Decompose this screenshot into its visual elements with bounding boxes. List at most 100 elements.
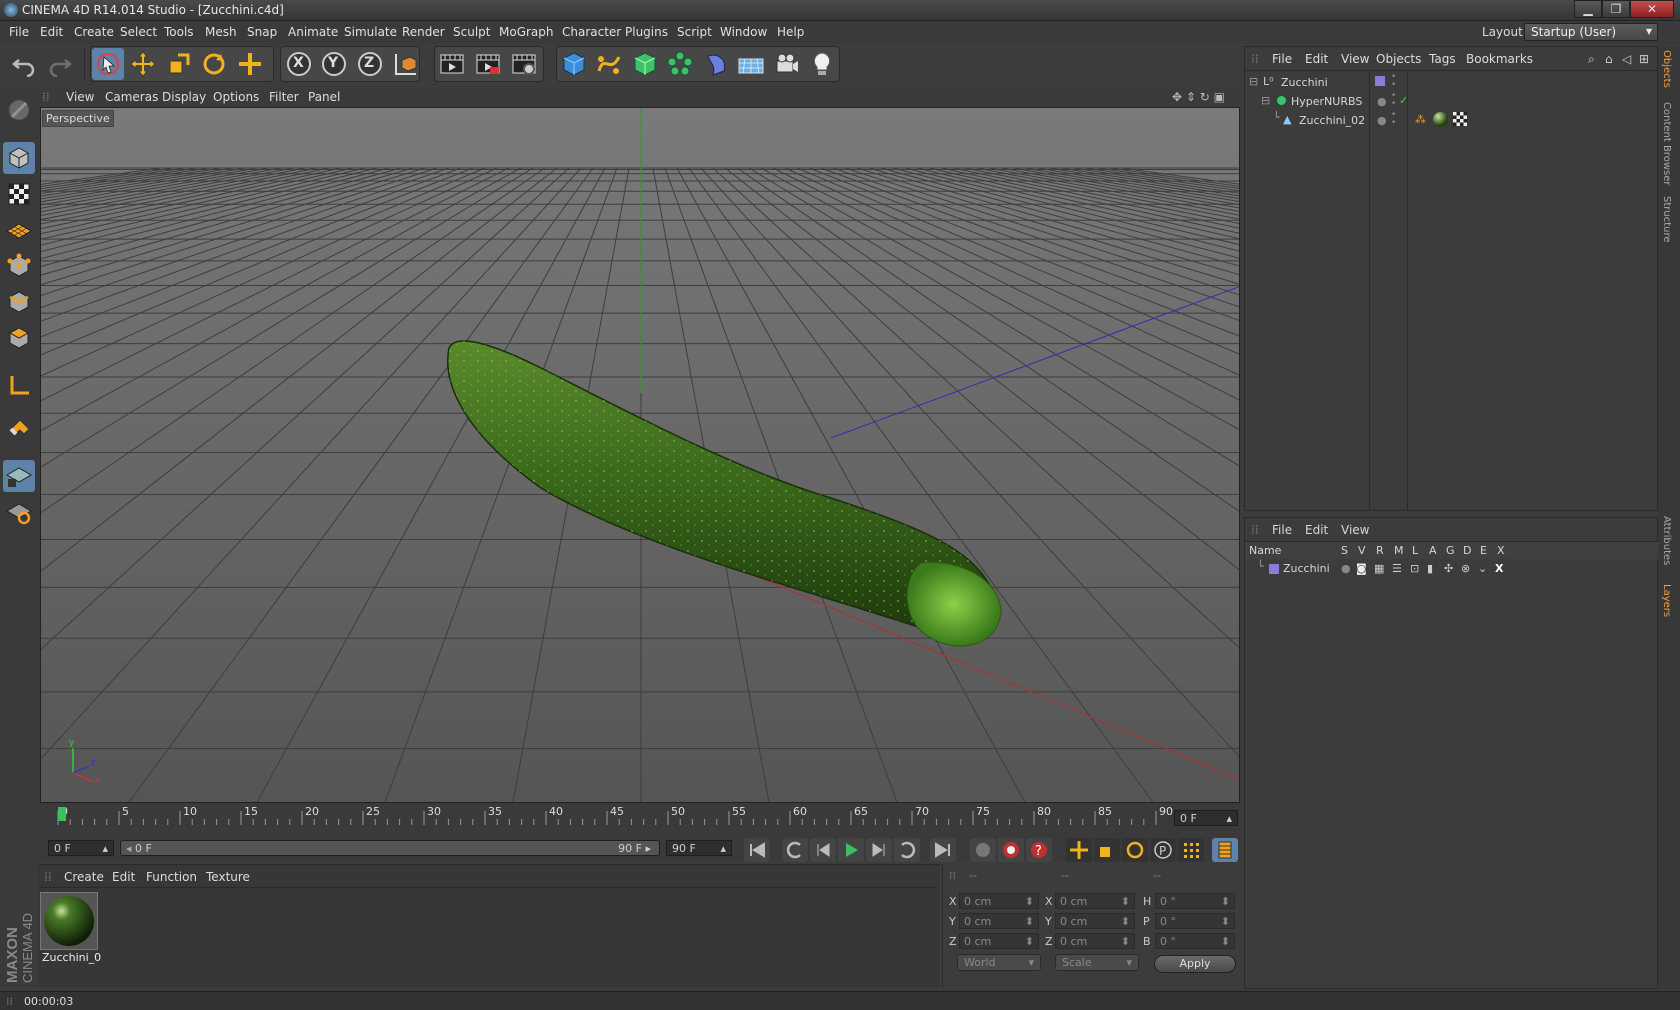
object-row-zucchini-02[interactable]: └ ▲ Zucchini_02 ● • • ⁂ (1249, 111, 1659, 130)
column-solo[interactable]: S (1341, 544, 1348, 557)
tab-objects[interactable]: Objects (1661, 50, 1672, 88)
objects-menu-edit[interactable]: Edit (1305, 52, 1328, 66)
create-object-button[interactable] (234, 48, 266, 80)
layer-row-zucchini[interactable]: └ Zucchini ● ◙ ▦ ☰ ⊡ ▮ ✣ ⊗ ⌄ X (1245, 560, 1659, 577)
tab-structure[interactable]: Structure (1661, 196, 1672, 243)
material-name[interactable]: Zucchini_0 (42, 951, 101, 964)
playhead[interactable] (58, 807, 66, 821)
3d-viewport[interactable]: y x z (40, 107, 1240, 803)
deformer-toggle-icon[interactable]: ⊗ (1461, 562, 1470, 575)
material-menu-texture[interactable]: Texture (206, 870, 250, 884)
viewport-menu-panel[interactable]: Panel (308, 90, 340, 104)
menu-script[interactable]: Script (677, 25, 712, 39)
lock-y-button[interactable]: Y (318, 48, 350, 80)
manager-toggle-icon[interactable]: ☰ (1392, 562, 1402, 575)
key-pla-button[interactable] (1178, 838, 1204, 862)
undo-button[interactable] (8, 48, 40, 80)
material-menu-function[interactable]: Function (146, 870, 197, 884)
goto-end-button[interactable] (930, 838, 956, 862)
locked-workplane-button[interactable] (3, 460, 35, 492)
tab-attributes[interactable]: Attributes (1661, 516, 1672, 565)
material-menu-create[interactable]: Create (64, 870, 104, 884)
close-button[interactable]: ✕ (1630, 0, 1674, 18)
rotate-button[interactable] (198, 48, 230, 80)
planar-workplane-button[interactable] (3, 496, 35, 528)
render-view-button[interactable] (436, 48, 468, 80)
frame-range-slider[interactable]: ◂ 0 F 90 F ▸ (120, 840, 660, 856)
search-icon[interactable]: ⌕ (1588, 52, 1595, 67)
rotation-p-field[interactable]: 0 ° ⬍ (1155, 913, 1235, 929)
column-generators[interactable]: G (1446, 544, 1455, 557)
generator-toggle-icon[interactable]: ✣ (1444, 562, 1453, 575)
position-y-field[interactable]: 0 cm ⬍ (959, 913, 1039, 929)
column-deformers[interactable]: D (1463, 544, 1471, 557)
layers-menu-edit[interactable]: Edit (1305, 523, 1328, 537)
coordinate-space-select[interactable]: World ▾ (957, 954, 1041, 971)
move-button[interactable] (127, 48, 159, 80)
animation-toggle-icon[interactable]: ▮ (1427, 562, 1433, 575)
menu-file[interactable]: File (9, 25, 29, 39)
viewport-menu-filter[interactable]: Filter (269, 90, 299, 104)
uvw-tag-icon[interactable] (1453, 112, 1467, 126)
column-expressions[interactable]: E (1480, 544, 1487, 557)
menu-snap[interactable]: Snap (247, 25, 277, 39)
column-manager[interactable]: M (1394, 544, 1404, 557)
viewport-menu-display[interactable]: Display (162, 90, 206, 104)
menu-simulate[interactable]: Simulate (344, 25, 397, 39)
snapping-button[interactable] (3, 414, 35, 446)
key-position-button[interactable] (1066, 838, 1092, 862)
visibility-dots[interactable]: • • (1391, 111, 1396, 128)
make-editable-button[interactable] (3, 94, 35, 126)
coordinate-mode-select[interactable]: Scale ▾ (1055, 954, 1139, 971)
rotation-h-field[interactable]: 0 ° ⬍ (1155, 893, 1235, 909)
play-button[interactable] (838, 838, 864, 862)
expression-toggle-icon[interactable]: ⌄ (1478, 562, 1487, 575)
column-xref[interactable]: X (1497, 544, 1505, 557)
layout-select[interactable]: Startup (User) ▾ (1524, 23, 1658, 41)
polygons-mode-button[interactable] (3, 322, 35, 354)
light-button[interactable] (806, 48, 838, 80)
object-row-hypernurbs[interactable]: ⊟ HyperNURBS ● • • ✓ (1249, 92, 1659, 111)
viewport-menu-cameras[interactable]: Cameras (105, 90, 158, 104)
menu-plugins[interactable]: Plugins (625, 25, 668, 39)
maximize-button[interactable]: ❐ (1602, 0, 1630, 18)
array-button[interactable] (664, 48, 696, 80)
lock-x-button[interactable]: X (283, 48, 315, 80)
column-render[interactable]: R (1376, 544, 1384, 557)
objects-menu-view[interactable]: View (1341, 52, 1369, 66)
record-button[interactable] (998, 838, 1024, 862)
current-frame-field[interactable]: 0 F ▴ (1174, 810, 1238, 826)
step-forward-button[interactable] (866, 838, 892, 862)
step-back-button[interactable] (810, 838, 836, 862)
menu-edit[interactable]: Edit (40, 25, 63, 39)
axis-mode-button[interactable] (3, 370, 35, 402)
edges-mode-button[interactable] (3, 286, 35, 318)
cube-button[interactable] (558, 48, 590, 80)
goto-start-button[interactable] (744, 838, 770, 862)
tab-content-browser[interactable]: Content Browser (1661, 102, 1672, 185)
viewport-menu-view[interactable]: View (66, 90, 94, 104)
rotation-b-field[interactable]: 0 ° ⬍ (1155, 933, 1235, 949)
record-off-button[interactable] (970, 838, 996, 862)
column-animation[interactable]: A (1429, 544, 1437, 557)
camera-button[interactable] (771, 48, 803, 80)
key-rotation-button[interactable] (1122, 838, 1148, 862)
minimize-button[interactable]: ▁ (1574, 0, 1602, 18)
position-z-field[interactable]: 0 cm ⬍ (959, 933, 1039, 949)
menu-animate[interactable]: Animate (288, 25, 338, 39)
lock-toggle-icon[interactable]: ⊡ (1410, 562, 1419, 575)
menu-window[interactable]: Window (720, 25, 767, 39)
goto-prev-key-button[interactable] (782, 838, 808, 862)
size-y-field[interactable]: 0 cm ⬍ (1055, 913, 1135, 929)
size-x-field[interactable]: 0 cm ⬍ (1055, 893, 1135, 909)
texture-mode-button[interactable] (3, 178, 35, 210)
floor-button[interactable] (735, 48, 767, 80)
column-view[interactable]: V (1358, 544, 1366, 557)
enabled-check-icon[interactable]: ✓ (1399, 94, 1408, 107)
render-toggle-icon[interactable]: ▦ (1374, 562, 1384, 575)
menu-sculpt[interactable]: Sculpt (453, 25, 490, 39)
visibility-dots[interactable]: • • (1391, 73, 1396, 90)
redo-button[interactable] (44, 48, 76, 80)
timeline-window-button[interactable] (1212, 838, 1238, 862)
key-parameter-button[interactable]: P (1150, 838, 1176, 862)
